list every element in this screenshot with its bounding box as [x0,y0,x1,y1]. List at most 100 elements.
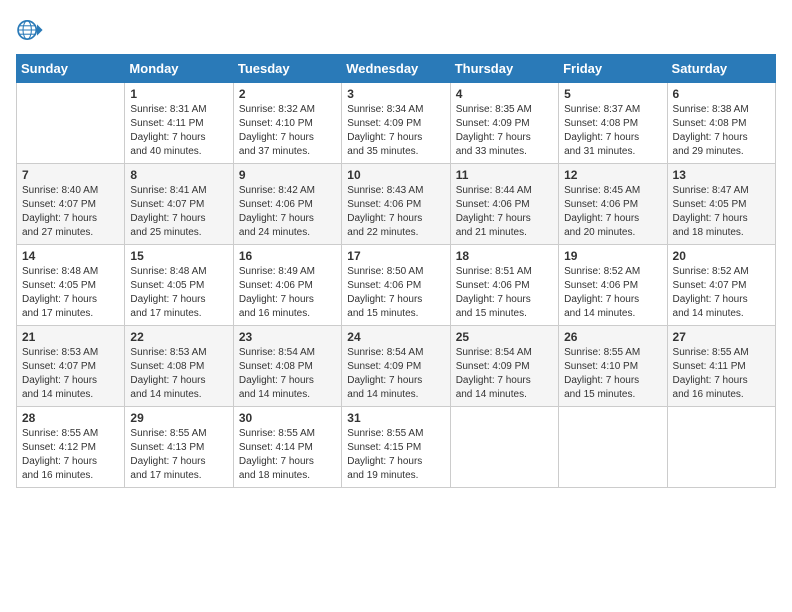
day-info: Sunrise: 8:54 AMSunset: 4:09 PMDaylight:… [347,346,444,402]
day-info: Sunrise: 8:37 AMSunset: 4:08 PMDaylight:… [564,103,661,159]
day-number: 27 [673,330,770,344]
calendar-cell: 13 Sunrise: 8:47 AMSunset: 4:05 PMDayligh… [667,164,775,245]
calendar-cell: 4 Sunrise: 8:35 AMSunset: 4:09 PMDaylight… [450,83,558,164]
calendar-cell: 31 Sunrise: 8:55 AMSunset: 4:15 PMDayligh… [342,407,450,488]
day-info: Sunrise: 8:55 AMSunset: 4:10 PMDaylight:… [564,346,661,402]
day-number: 22 [130,330,227,344]
calendar-cell: 14Sunrise: 8:48 AMSunset: 4:05 PMDayligh… [17,245,125,326]
calendar-header-sunday: Sunday [17,55,125,83]
day-number: 16 [239,249,336,263]
calendar-cell: 27 Sunrise: 8:55 AMSunset: 4:11 PMDayligh… [667,326,775,407]
day-info: Sunrise: 8:55 AMSunset: 4:15 PMDaylight:… [347,427,444,483]
day-info: Sunrise: 8:55 AMSunset: 4:13 PMDaylight:… [130,427,227,483]
day-info: Sunrise: 8:47 AMSunset: 4:05 PMDaylight:… [673,184,770,240]
calendar-week-row: 1Sunrise: 8:31 AMSunset: 4:11 PMDaylight… [17,83,776,164]
calendar-cell: 7 Sunrise: 8:40 AMSunset: 4:07 PMDaylight… [17,164,125,245]
calendar-table: SundayMondayTuesdayWednesdayThursdayFrid… [16,54,776,488]
calendar-cell: 30Sunrise: 8:55 AMSunset: 4:14 PMDayligh… [233,407,341,488]
calendar-week-row: 7 Sunrise: 8:40 AMSunset: 4:07 PMDaylight… [17,164,776,245]
day-number: 3 [347,87,444,101]
day-info: Sunrise: 8:45 AMSunset: 4:06 PMDaylight:… [564,184,661,240]
calendar-cell: 1Sunrise: 8:31 AMSunset: 4:11 PMDaylight… [125,83,233,164]
day-info: Sunrise: 8:55 AMSunset: 4:14 PMDaylight:… [239,427,336,483]
day-number: 5 [564,87,661,101]
calendar-cell [559,407,667,488]
day-info: Sunrise: 8:54 AMSunset: 4:09 PMDaylight:… [456,346,553,402]
logo [16,16,48,44]
calendar-header-wednesday: Wednesday [342,55,450,83]
day-number: 2 [239,87,336,101]
day-info: Sunrise: 8:38 AMSunset: 4:08 PMDaylight:… [673,103,770,159]
calendar-week-row: 28Sunrise: 8:55 AMSunset: 4:12 PMDayligh… [17,407,776,488]
calendar-cell: 3 Sunrise: 8:34 AMSunset: 4:09 PMDaylight… [342,83,450,164]
calendar-cell: 23 Sunrise: 8:54 AMSunset: 4:08 PMDayligh… [233,326,341,407]
day-info: Sunrise: 8:50 AMSunset: 4:06 PMDaylight:… [347,265,444,321]
day-number: 19 [564,249,661,263]
day-info: Sunrise: 8:55 AMSunset: 4:12 PMDaylight:… [22,427,119,483]
calendar-header-row: SundayMondayTuesdayWednesdayThursdayFrid… [17,55,776,83]
day-info: Sunrise: 8:55 AMSunset: 4:11 PMDaylight:… [673,346,770,402]
day-number: 31 [347,411,444,425]
day-info: Sunrise: 8:52 AMSunset: 4:06 PMDaylight:… [564,265,661,321]
calendar-cell: 17Sunrise: 8:50 AMSunset: 4:06 PMDayligh… [342,245,450,326]
calendar-header-tuesday: Tuesday [233,55,341,83]
day-number: 29 [130,411,227,425]
calendar-cell: 2 Sunrise: 8:32 AMSunset: 4:10 PMDaylight… [233,83,341,164]
calendar-cell: 28Sunrise: 8:55 AMSunset: 4:12 PMDayligh… [17,407,125,488]
calendar-cell: 12 Sunrise: 8:45 AMSunset: 4:06 PMDayligh… [559,164,667,245]
day-number: 9 [239,168,336,182]
day-info: Sunrise: 8:44 AMSunset: 4:06 PMDaylight:… [456,184,553,240]
day-number: 4 [456,87,553,101]
calendar-header-thursday: Thursday [450,55,558,83]
day-number: 24 [347,330,444,344]
calendar-cell: 19 Sunrise: 8:52 AMSunset: 4:06 PMDayligh… [559,245,667,326]
day-info: Sunrise: 8:53 AMSunset: 4:07 PMDaylight:… [22,346,119,402]
day-number: 11 [456,168,553,182]
day-info: Sunrise: 8:42 AMSunset: 4:06 PMDaylight:… [239,184,336,240]
calendar-cell: 16 Sunrise: 8:49 AMSunset: 4:06 PMDayligh… [233,245,341,326]
day-number: 7 [22,168,119,182]
calendar-cell: 15Sunrise: 8:48 AMSunset: 4:05 PMDayligh… [125,245,233,326]
day-number: 26 [564,330,661,344]
day-info: Sunrise: 8:40 AMSunset: 4:07 PMDaylight:… [22,184,119,240]
day-number: 1 [130,87,227,101]
day-info: Sunrise: 8:41 AMSunset: 4:07 PMDaylight:… [130,184,227,240]
day-number: 20 [673,249,770,263]
day-number: 8 [130,168,227,182]
calendar-cell: 18 Sunrise: 8:51 AMSunset: 4:06 PMDayligh… [450,245,558,326]
day-number: 25 [456,330,553,344]
day-number: 23 [239,330,336,344]
calendar-cell: 10 Sunrise: 8:43 AMSunset: 4:06 PMDayligh… [342,164,450,245]
calendar-week-row: 21 Sunrise: 8:53 AMSunset: 4:07 PMDayligh… [17,326,776,407]
calendar-cell: 6 Sunrise: 8:38 AMSunset: 4:08 PMDaylight… [667,83,775,164]
day-info: Sunrise: 8:53 AMSunset: 4:08 PMDaylight:… [130,346,227,402]
logo-icon [16,16,44,44]
day-info: Sunrise: 8:49 AMSunset: 4:06 PMDaylight:… [239,265,336,321]
calendar-cell [450,407,558,488]
calendar-cell: 8 Sunrise: 8:41 AMSunset: 4:07 PMDaylight… [125,164,233,245]
day-info: Sunrise: 8:51 AMSunset: 4:06 PMDaylight:… [456,265,553,321]
day-number: 12 [564,168,661,182]
calendar-cell: 5 Sunrise: 8:37 AMSunset: 4:08 PMDaylight… [559,83,667,164]
day-info: Sunrise: 8:43 AMSunset: 4:06 PMDaylight:… [347,184,444,240]
day-number: 6 [673,87,770,101]
calendar-week-row: 14Sunrise: 8:48 AMSunset: 4:05 PMDayligh… [17,245,776,326]
day-number: 18 [456,249,553,263]
day-info: Sunrise: 8:32 AMSunset: 4:10 PMDaylight:… [239,103,336,159]
calendar-cell: 9 Sunrise: 8:42 AMSunset: 4:06 PMDaylight… [233,164,341,245]
calendar-cell: 22 Sunrise: 8:53 AMSunset: 4:08 PMDayligh… [125,326,233,407]
calendar-cell [17,83,125,164]
calendar-cell: 24 Sunrise: 8:54 AMSunset: 4:09 PMDayligh… [342,326,450,407]
day-number: 10 [347,168,444,182]
day-info: Sunrise: 8:54 AMSunset: 4:08 PMDaylight:… [239,346,336,402]
day-number: 13 [673,168,770,182]
page-header [16,16,776,44]
calendar-cell: 11 Sunrise: 8:44 AMSunset: 4:06 PMDayligh… [450,164,558,245]
day-info: Sunrise: 8:48 AMSunset: 4:05 PMDaylight:… [130,265,227,321]
calendar-cell: 29 Sunrise: 8:55 AMSunset: 4:13 PMDayligh… [125,407,233,488]
day-number: 21 [22,330,119,344]
day-info: Sunrise: 8:34 AMSunset: 4:09 PMDaylight:… [347,103,444,159]
calendar-header-friday: Friday [559,55,667,83]
day-info: Sunrise: 8:35 AMSunset: 4:09 PMDaylight:… [456,103,553,159]
calendar-cell: 21 Sunrise: 8:53 AMSunset: 4:07 PMDayligh… [17,326,125,407]
